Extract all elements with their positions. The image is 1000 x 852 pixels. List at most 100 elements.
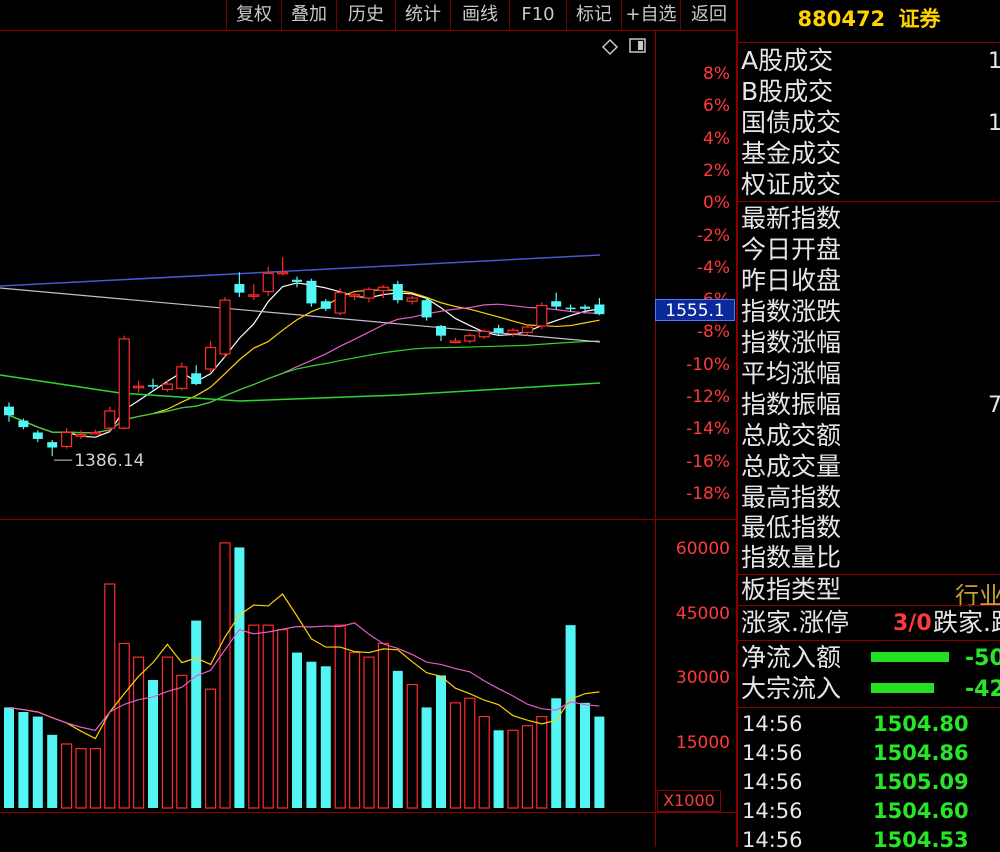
price-axis-label: 6% xyxy=(703,96,730,117)
label-b-share: B股成交 xyxy=(741,77,834,106)
low-price-label: 1386.14 xyxy=(74,451,144,471)
back-button[interactable]: 返回 xyxy=(680,0,737,30)
candle-body xyxy=(478,330,490,338)
index-code: 880472 xyxy=(797,7,886,31)
moving-average-lines xyxy=(0,254,601,438)
volume-bar xyxy=(234,547,245,808)
candle-body xyxy=(219,299,231,355)
label-a-share: A股成交 xyxy=(741,46,834,75)
add-watchlist-button[interactable]: +自选 xyxy=(621,0,680,30)
volume-bar xyxy=(205,688,217,809)
value-net-inflow: -50 xyxy=(965,646,1000,671)
label-total-amount: 总成交额 xyxy=(741,421,842,450)
volume-axis-label: 60000 xyxy=(675,539,730,559)
candle-body xyxy=(349,294,361,297)
volume-bar xyxy=(507,729,519,809)
volume-bar xyxy=(104,583,116,809)
f10-button[interactable]: F10 xyxy=(509,0,566,30)
candle-body xyxy=(47,442,58,448)
ma-line xyxy=(8,303,600,434)
candle-body xyxy=(89,431,102,435)
bottom-divider xyxy=(0,812,738,813)
candle-body xyxy=(594,304,605,315)
panel-divider-5 xyxy=(738,707,1000,708)
candle-body xyxy=(161,383,173,391)
volume-bar xyxy=(421,707,432,808)
label-low-index: 最低指数 xyxy=(741,513,842,542)
candle-body xyxy=(262,272,274,293)
mark-button[interactable]: 标记 xyxy=(566,0,621,30)
index-name: 证券 xyxy=(898,7,941,31)
label-index-amplitude: 指数振幅 xyxy=(741,390,842,419)
history-button[interactable]: 历史 xyxy=(336,0,395,30)
candle-body xyxy=(248,294,260,297)
draw-line-button[interactable]: 画线 xyxy=(450,0,509,30)
label-avg-change: 平均涨幅 xyxy=(741,359,842,388)
tick-time: 14:56 xyxy=(742,799,803,823)
volume-ma-lines xyxy=(8,593,600,740)
volume-bar xyxy=(262,624,274,809)
label-today-open: 今日开盘 xyxy=(741,235,842,264)
volume-bar xyxy=(219,542,231,809)
net-inflow-bar xyxy=(871,652,949,662)
candle-body xyxy=(234,284,245,293)
volume-bar xyxy=(60,743,73,809)
candlestick-series xyxy=(4,257,605,457)
low-annotation: 1386.14 xyxy=(54,451,145,471)
label-up-limit: 涨家.涨停 xyxy=(741,608,849,637)
volume-bar xyxy=(161,656,173,809)
volume-unit-label: X1000 xyxy=(657,790,721,812)
label-index-change-pct: 指数涨幅 xyxy=(741,328,842,357)
restore-rights-button[interactable]: 复权 xyxy=(226,0,281,30)
label-net-inflow: 净流入额 xyxy=(741,643,842,672)
volume-bar xyxy=(363,656,375,809)
panel-divider-3 xyxy=(738,605,1000,606)
kline-chart[interactable]: 1386.14 xyxy=(0,31,655,812)
candle-body xyxy=(292,279,302,282)
candle-body xyxy=(551,301,562,307)
volume-bar xyxy=(536,715,548,809)
block-inflow-bar xyxy=(871,683,934,693)
volume-ma-line xyxy=(8,593,600,740)
tick-price: 1504.53 xyxy=(873,828,969,852)
volume-bar xyxy=(392,670,403,808)
tick-price: 1504.80 xyxy=(873,712,969,736)
overlay-button[interactable]: 叠加 xyxy=(281,0,336,30)
volume-bar xyxy=(306,661,317,808)
label-prev-close: 昨日收盘 xyxy=(741,266,842,295)
ma-line xyxy=(8,282,600,438)
label-gov-bond: 国债成交 xyxy=(741,108,842,137)
volume-bar xyxy=(320,666,331,808)
volume-bar xyxy=(464,697,476,809)
price-axis-label: 4% xyxy=(703,128,730,149)
volume-bar xyxy=(292,652,302,808)
volume-bar xyxy=(4,707,14,808)
candle-body xyxy=(75,434,87,437)
tick-time: 14:56 xyxy=(742,770,803,794)
value-up-limit: 3/0 xyxy=(893,611,932,636)
value-gov-bond: 1 xyxy=(988,111,1000,136)
ma-line xyxy=(8,289,600,434)
candle-body xyxy=(406,297,418,302)
axis-divider xyxy=(655,30,656,847)
volume-bar xyxy=(75,747,87,809)
candle-body xyxy=(493,328,504,334)
candle-body xyxy=(118,338,130,429)
price-axis-label: -2% xyxy=(696,225,730,246)
tick-price: 1504.86 xyxy=(873,741,969,765)
candle-body xyxy=(191,373,202,385)
value-amplitude: 7 xyxy=(988,393,1000,418)
candle-body xyxy=(133,385,145,389)
candle-body xyxy=(377,286,389,292)
price-axis-label: -12% xyxy=(686,387,730,407)
panel-title-divider xyxy=(738,42,1000,43)
price-axis-label: 0% xyxy=(703,193,730,214)
label-total-volume: 总成交量 xyxy=(741,452,842,481)
tick-price: 1505.09 xyxy=(873,770,969,794)
volume-bar xyxy=(334,624,346,809)
volume-bar xyxy=(436,675,446,808)
volume-bar xyxy=(18,712,29,808)
statistics-button[interactable]: 统计 xyxy=(395,0,450,30)
label-index-change: 指数涨跌 xyxy=(741,297,842,326)
ma-line xyxy=(0,374,601,402)
